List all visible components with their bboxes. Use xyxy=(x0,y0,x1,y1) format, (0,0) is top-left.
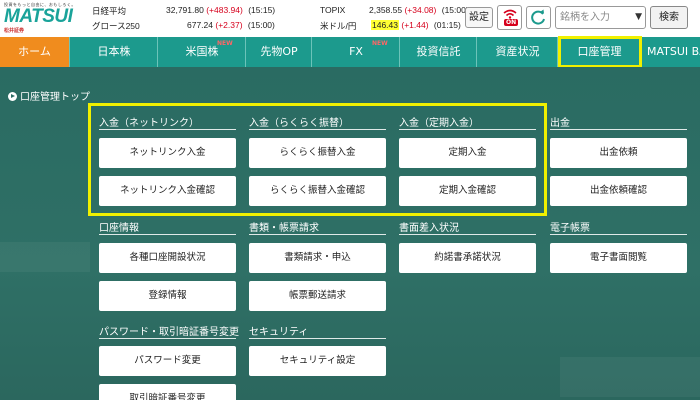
logo-wordmark: MATSUI xyxy=(4,6,73,27)
search-button[interactable]: 検索 xyxy=(650,6,688,29)
settings-button[interactable]: 設定 xyxy=(465,7,493,28)
section-divider xyxy=(550,129,687,130)
market-growth-time: (15:00) xyxy=(247,20,275,30)
nav-us-stocks-label: 米国株 xyxy=(185,45,219,58)
refresh-button[interactable] xyxy=(526,6,551,29)
nav-fx-new-badge: NEW xyxy=(372,40,388,47)
market-growth-name: グロース250 xyxy=(92,21,140,31)
electronic-document-view-button[interactable]: 電子書面閲覧 xyxy=(550,243,687,273)
password-change-button[interactable]: パスワード変更 xyxy=(99,346,236,376)
background-shape xyxy=(0,242,90,272)
registration-info-button[interactable]: 登録情報 xyxy=(99,281,236,311)
nav-fx[interactable]: FX NEW xyxy=(313,37,400,67)
account-management-highlight xyxy=(558,36,642,68)
nav-home[interactable]: ホーム xyxy=(0,37,70,67)
nav-japan-stocks-label: 日本株 xyxy=(97,45,131,58)
nav-futures-options[interactable]: 先物OP xyxy=(247,37,312,67)
market-nikkei-value: 32,791.80 xyxy=(166,5,204,15)
report-mail-request-button[interactable]: 帳票郵送請求 xyxy=(249,281,386,311)
withdrawal-request-button[interactable]: 出金依頼 xyxy=(550,138,687,168)
section-divider xyxy=(249,234,386,235)
market-growth-value-row: 677.24 (+2.37) (15:00) xyxy=(187,20,275,30)
market-topix-value: 2,358.55 xyxy=(369,5,403,15)
market-growth-change: (+2.37) xyxy=(215,20,243,30)
nav-matsui-bank-label: MATSUI BA xyxy=(647,45,700,58)
market-usdjpy-value: 146.43 xyxy=(371,20,399,30)
account-opening-status-button[interactable]: 各種口座開設状況 xyxy=(99,243,236,273)
market-topix-change: (+34.08) xyxy=(404,5,437,15)
security-settings-button[interactable]: セキュリティ設定 xyxy=(249,346,386,376)
nav-home-label: ホーム xyxy=(18,45,51,58)
market-topix-name: TOPIX xyxy=(320,5,346,15)
market-topix[interactable]: TOPIX xyxy=(320,5,345,15)
section-divider xyxy=(399,234,536,235)
section-title-account-info: 口座情報 xyxy=(99,223,139,234)
market-nikkei-change: (+483.94) xyxy=(206,5,243,15)
breadcrumb-arrow-icon xyxy=(8,92,17,101)
nav-asset-status-label: 資産状況 xyxy=(495,45,540,58)
nav-matsui-bank[interactable]: MATSUI BA xyxy=(642,37,700,67)
trading-pin-change-button[interactable]: 取引暗証番号変更 xyxy=(99,384,236,400)
section-title-password: パスワード・取引暗証番号変更 xyxy=(99,327,239,338)
matsui-logo[interactable]: 投資をもっと自由に、おもしろく。 MATSUI 松井証券 xyxy=(4,2,84,34)
nav-investment-trusts[interactable]: 投資信託 xyxy=(401,37,477,67)
market-growth-value: 677.24 xyxy=(187,20,213,30)
header: 投資をもっと自由に、おもしろく。 MATSUI 松井証券 日経平均 32,791… xyxy=(0,0,700,36)
section-title-security: セキュリティ xyxy=(249,327,309,338)
notification-toggle-button[interactable]: ON xyxy=(497,5,522,30)
nav-futures-options-label: 先物OP xyxy=(260,45,298,58)
background-shape xyxy=(560,357,700,397)
market-usdjpy-name: 米ドル/円 xyxy=(320,21,357,31)
document-request-button[interactable]: 書類請求・申込 xyxy=(249,243,386,273)
section-title-submitted-documents: 書面差入状況 xyxy=(399,223,459,234)
market-nikkei-value-row: 32,791.80 (+483.94) (15:15) xyxy=(166,5,275,15)
market-nikkei[interactable]: 日経平均 xyxy=(92,5,126,17)
withdrawal-request-confirm-button[interactable]: 出金依頼確認 xyxy=(550,176,687,206)
refresh-icon xyxy=(531,9,545,25)
market-usdjpy-time: (01:15) xyxy=(433,20,461,30)
section-title-documents: 書類・帳票請求 xyxy=(249,223,319,234)
nav-investment-trusts-label: 投資信託 xyxy=(416,45,461,58)
section-title-withdrawal: 出金 xyxy=(550,118,570,129)
nav-asset-status[interactable]: 資産状況 xyxy=(478,37,558,67)
deposit-sections-highlight xyxy=(88,103,547,216)
logo-subtitle: 松井証券 xyxy=(4,28,25,34)
nav-us-stocks[interactable]: 米国株 NEW xyxy=(159,37,246,67)
section-title-electronic-reports: 電子帳票 xyxy=(550,223,590,234)
market-usdjpy-change: (+1.44) xyxy=(401,20,429,30)
market-topix-value-row: 2,358.55 (+34.08) (15:00) xyxy=(369,5,469,15)
market-usdjpy[interactable]: 米ドル/円 xyxy=(320,20,356,32)
breadcrumb: 口座管理トップ xyxy=(8,88,90,103)
signal-icon xyxy=(503,9,517,19)
on-badge: ON xyxy=(504,19,519,26)
market-nikkei-time: (15:15) xyxy=(248,5,276,15)
section-divider xyxy=(249,338,386,339)
nav-fx-label: FX xyxy=(349,45,363,58)
section-divider xyxy=(99,234,236,235)
nav-japan-stocks[interactable]: 日本株 xyxy=(71,37,158,67)
breadcrumb-label: 口座管理トップ xyxy=(20,92,90,103)
agreement-consent-status-button[interactable]: 約諾書承諾状況 xyxy=(399,243,536,273)
chevron-down-icon: ▼ xyxy=(635,12,642,22)
account-management-content: 口座管理トップ 入金（ネットリンク） ネットリンク入金 ネットリンク入金確認 入… xyxy=(0,67,700,400)
market-growth[interactable]: グロース250 xyxy=(92,20,140,32)
nav-us-stocks-new-badge: NEW xyxy=(217,40,233,47)
stock-search-placeholder: 銘柄を入力 xyxy=(560,12,610,23)
stock-search-input[interactable]: 銘柄を入力 ▼ xyxy=(555,6,646,29)
market-nikkei-name: 日経平均 xyxy=(92,6,127,16)
section-divider xyxy=(99,338,236,339)
market-usdjpy-value-row: 146.43 (+1.44) (01:15) xyxy=(371,20,461,30)
section-divider xyxy=(550,234,687,235)
